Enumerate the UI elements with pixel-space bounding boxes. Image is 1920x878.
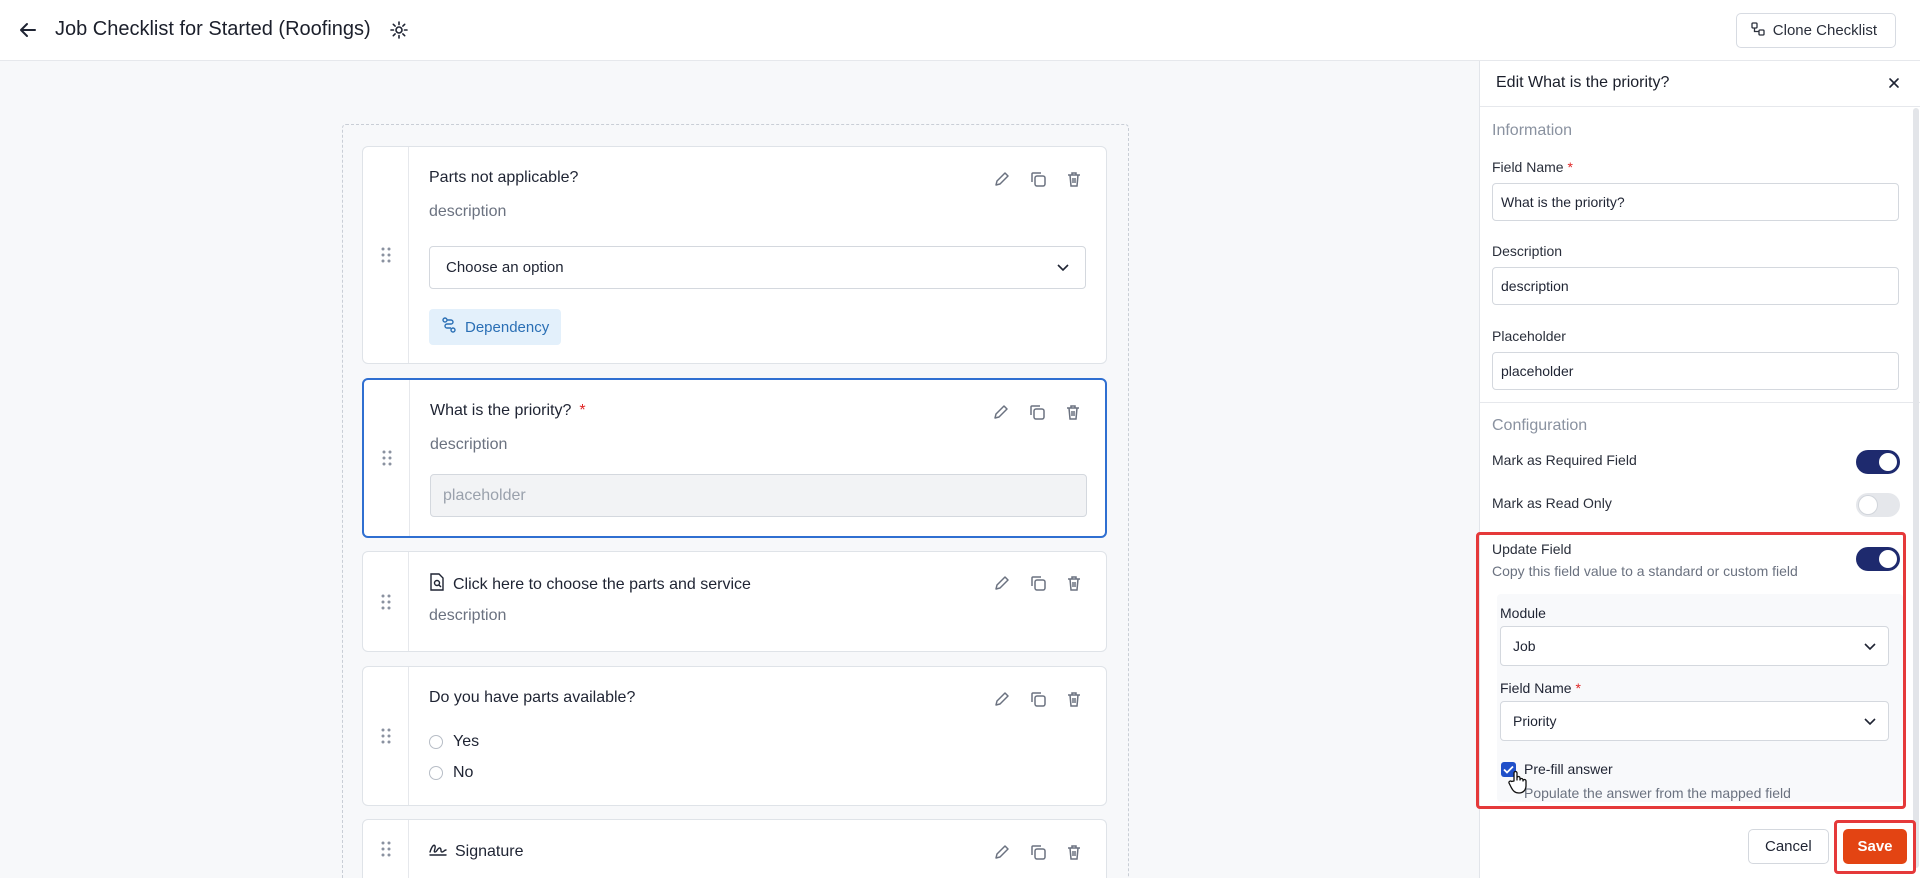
- configuration-section-title: Configuration: [1492, 417, 1588, 434]
- close-icon[interactable]: [1885, 74, 1903, 92]
- field-name-input[interactable]: What is the priority?: [1492, 183, 1899, 221]
- radio-option-yes[interactable]: Yes: [429, 733, 479, 751]
- field-title: Click here to choose the parts and servi…: [453, 575, 751, 593]
- trash-icon[interactable]: [1064, 573, 1084, 593]
- back-arrow-icon[interactable]: [16, 18, 40, 42]
- placeholder-input[interactable]: placeholder: [430, 474, 1087, 517]
- toggle-knob: [1879, 453, 1897, 471]
- field-card-parts-not-applicable[interactable]: Parts not applicable? description Choose…: [362, 146, 1107, 364]
- duplicate-icon[interactable]: [1028, 842, 1048, 862]
- edit-pencil-icon[interactable]: [992, 169, 1012, 189]
- field-name-label: Field Name: [1492, 159, 1564, 175]
- radio-option-no[interactable]: No: [429, 764, 473, 782]
- dependency-label: Dependency: [465, 318, 550, 336]
- duplicate-icon[interactable]: [1027, 402, 1047, 422]
- section-divider: [1480, 402, 1920, 403]
- field-card-signature[interactable]: Signature: [362, 819, 1107, 878]
- drag-handle[interactable]: [363, 820, 409, 878]
- radio-label: No: [453, 764, 474, 781]
- radio-button[interactable]: [429, 766, 443, 780]
- field-card-parts-available[interactable]: Do you have parts available? Yes No: [362, 666, 1107, 806]
- panel-scrollbar[interactable]: [1913, 108, 1919, 868]
- field-description: description: [429, 607, 507, 624]
- readonly-toggle-label: Mark as Read Only: [1492, 495, 1612, 511]
- dependency-button[interactable]: Dependency: [429, 309, 562, 345]
- information-section-title: Information: [1492, 122, 1573, 139]
- field-name-label-wrapper: Field Name *: [1492, 159, 1573, 175]
- field-title: Do you have parts available?: [429, 689, 636, 706]
- placeholder-input[interactable]: placeholder: [1492, 352, 1899, 390]
- option-select-value: Choose an option: [446, 259, 564, 276]
- drag-handle[interactable]: [363, 552, 409, 651]
- clone-icon: [1751, 21, 1765, 40]
- drag-handle[interactable]: [364, 380, 410, 536]
- chevron-down-icon: [1057, 259, 1069, 276]
- clone-checklist-button[interactable]: Clone Checklist: [1735, 13, 1896, 48]
- placeholder-label: Placeholder: [1492, 328, 1566, 344]
- required-toggle-label: Mark as Required Field: [1492, 452, 1637, 468]
- duplicate-icon[interactable]: [1028, 689, 1048, 709]
- top-bar: Job Checklist for Started (Roofings) Clo…: [0, 0, 1920, 61]
- description-label: Description: [1492, 243, 1563, 259]
- toggle-knob: [1859, 496, 1877, 514]
- field-card-priority[interactable]: What is the priority? * description plac…: [362, 378, 1107, 538]
- field-card-parts-service[interactable]: Click here to choose the parts and servi…: [362, 551, 1107, 652]
- radio-button[interactable]: [429, 735, 443, 749]
- trash-icon[interactable]: [1063, 402, 1083, 422]
- clone-checklist-label: Clone Checklist: [1772, 22, 1877, 39]
- field-description: description: [429, 203, 507, 220]
- edit-pencil-icon[interactable]: [992, 689, 1012, 709]
- duplicate-icon[interactable]: [1028, 573, 1048, 593]
- duplicate-icon[interactable]: [1028, 169, 1048, 189]
- radio-label: Yes: [453, 733, 480, 750]
- dependency-icon: [441, 317, 457, 337]
- trash-icon[interactable]: [1064, 689, 1084, 709]
- drag-handle[interactable]: [363, 147, 409, 363]
- document-search-icon: [429, 573, 445, 596]
- description-input[interactable]: description: [1492, 267, 1899, 305]
- field-title: Parts not applicable?: [429, 169, 579, 186]
- required-star: *: [1567, 159, 1573, 175]
- required-star: *: [579, 402, 586, 419]
- edit-pencil-icon[interactable]: [992, 842, 1012, 862]
- edit-pencil-icon[interactable]: [992, 573, 1012, 593]
- field-title-wrapper: Click here to choose the parts and servi…: [429, 573, 751, 596]
- field-title: What is the priority?: [430, 402, 572, 419]
- panel-header: Edit What is the priority?: [1480, 61, 1920, 107]
- save-highlight: [1834, 820, 1916, 874]
- field-description: description: [430, 436, 508, 453]
- page-title: Job Checklist for Started (Roofings): [55, 18, 371, 40]
- signature-icon: [429, 842, 447, 861]
- edit-pencil-icon[interactable]: [991, 402, 1011, 422]
- option-select[interactable]: Choose an option: [429, 246, 1086, 289]
- update-field-highlight: [1476, 532, 1906, 809]
- drag-handle[interactable]: [363, 667, 409, 805]
- required-field-toggle[interactable]: [1856, 450, 1900, 474]
- field-title: Signature: [455, 842, 524, 860]
- trash-icon[interactable]: [1064, 169, 1084, 189]
- panel-title: Edit What is the priority?: [1496, 74, 1670, 91]
- cancel-button[interactable]: Cancel: [1748, 829, 1829, 864]
- settings-gear-icon[interactable]: [389, 20, 409, 40]
- field-title-wrapper: What is the priority? *: [430, 402, 586, 420]
- trash-icon[interactable]: [1064, 842, 1084, 862]
- field-title-wrapper: Signature: [429, 842, 524, 861]
- readonly-toggle[interactable]: [1856, 493, 1900, 517]
